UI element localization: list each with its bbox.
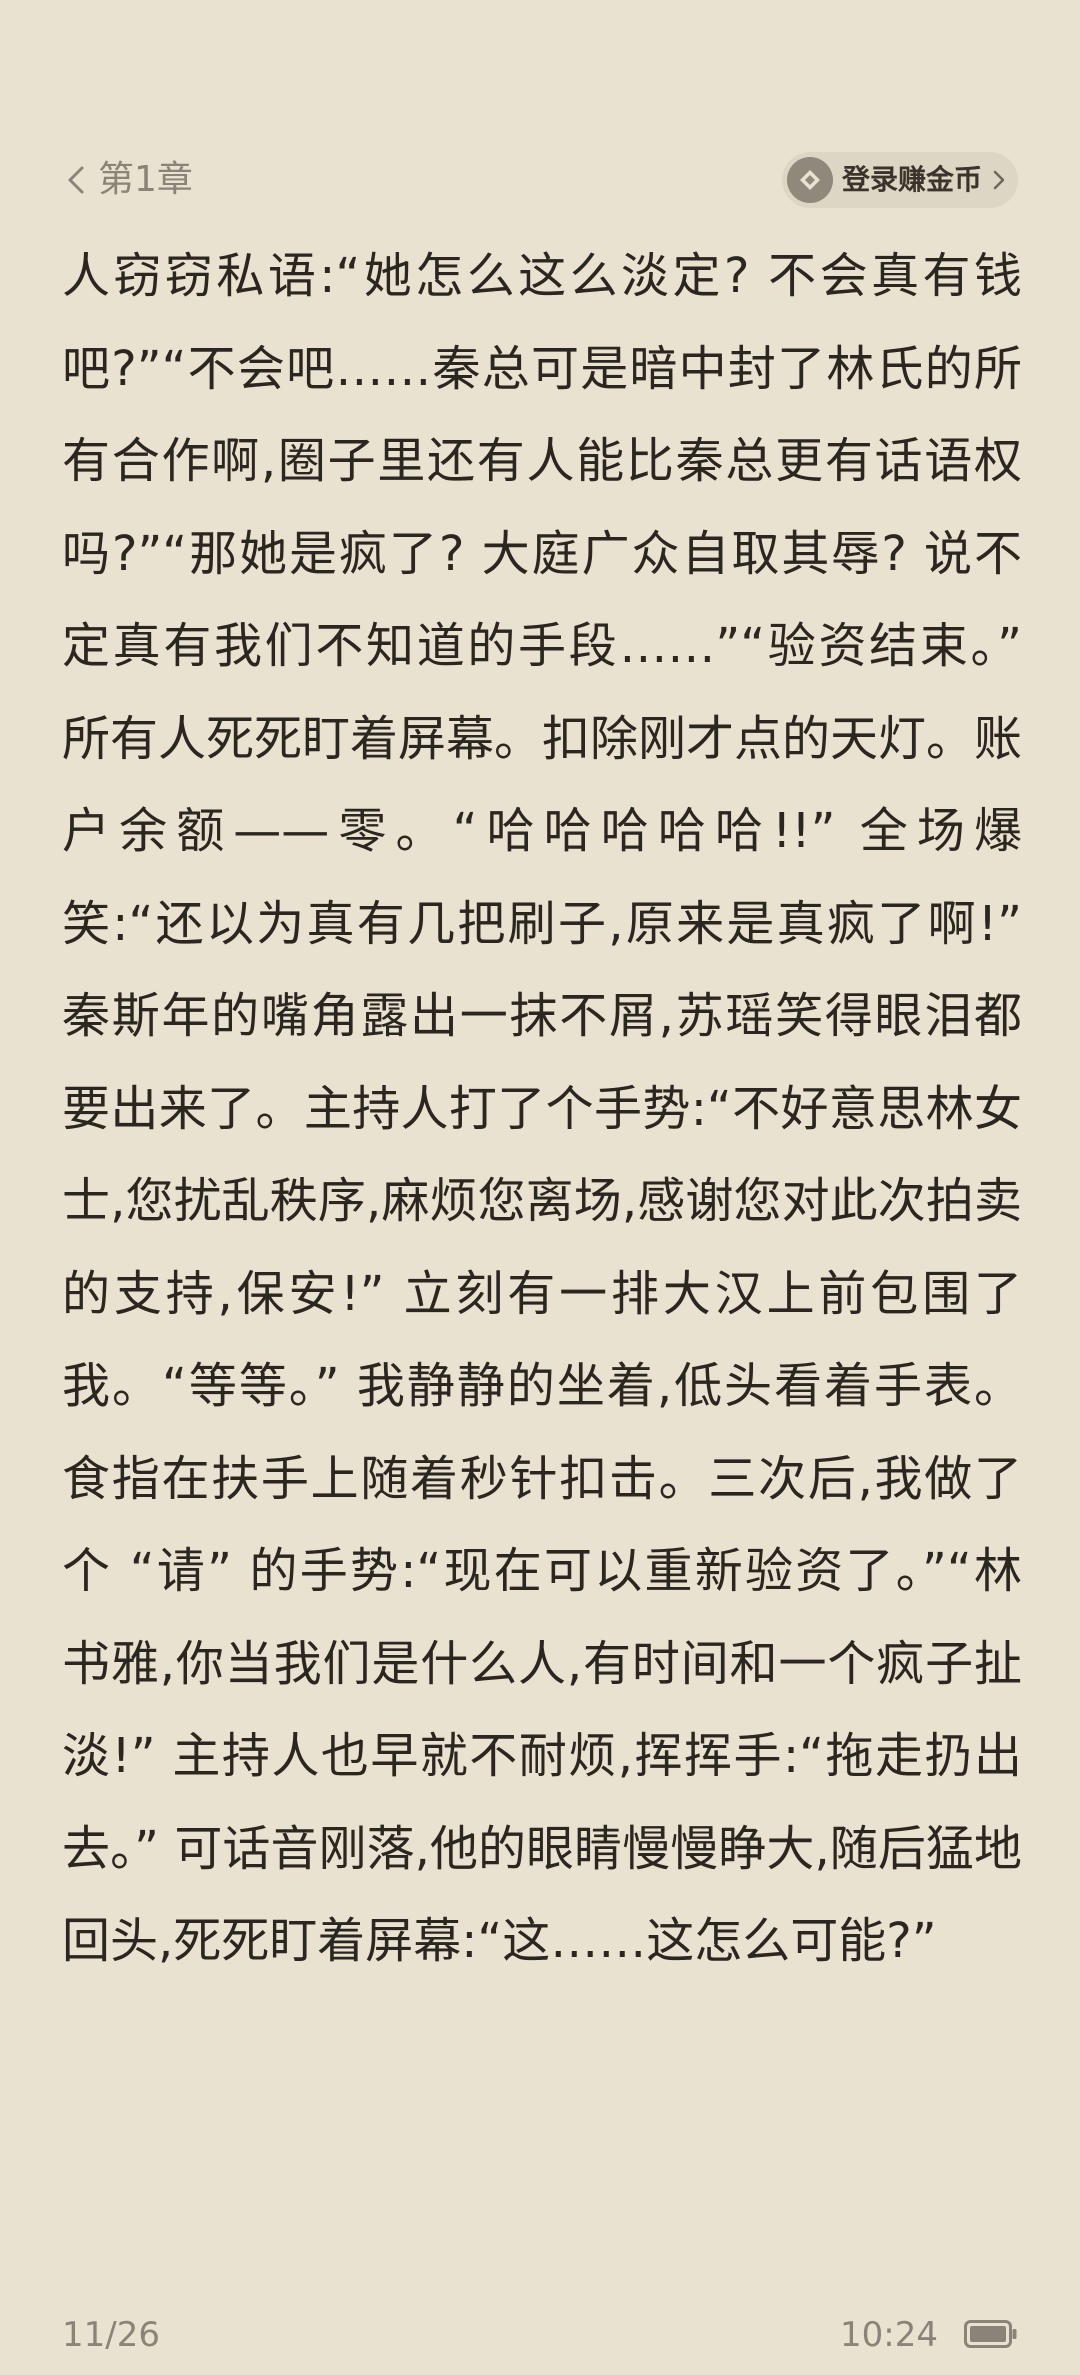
clock: 10:24 [840, 2315, 938, 2355]
chapter-title[interactable]: 第1章 [98, 158, 193, 202]
chapter-body-text[interactable]: 人窃窃私语:“她怎么这么淡定? 不会真有钱吧?”“不会吧……秦总可是暗中封了林氏… [62, 230, 1022, 2230]
chevron-left-icon[interactable] [58, 162, 94, 198]
login-earn-coins-label: 登录赚金币 [842, 163, 983, 196]
reader-top-bar: 第1章 登录赚金币 [0, 140, 1080, 220]
battery-icon [964, 2320, 1017, 2348]
login-earn-coins-button[interactable]: 登录赚金币 [782, 152, 1018, 208]
chevron-right-icon [993, 170, 1005, 190]
page-indicator: 11/26 [62, 2315, 160, 2355]
reader-status-bar: 11/26 10:24 [0, 2310, 1080, 2360]
coin-icon [787, 157, 833, 203]
